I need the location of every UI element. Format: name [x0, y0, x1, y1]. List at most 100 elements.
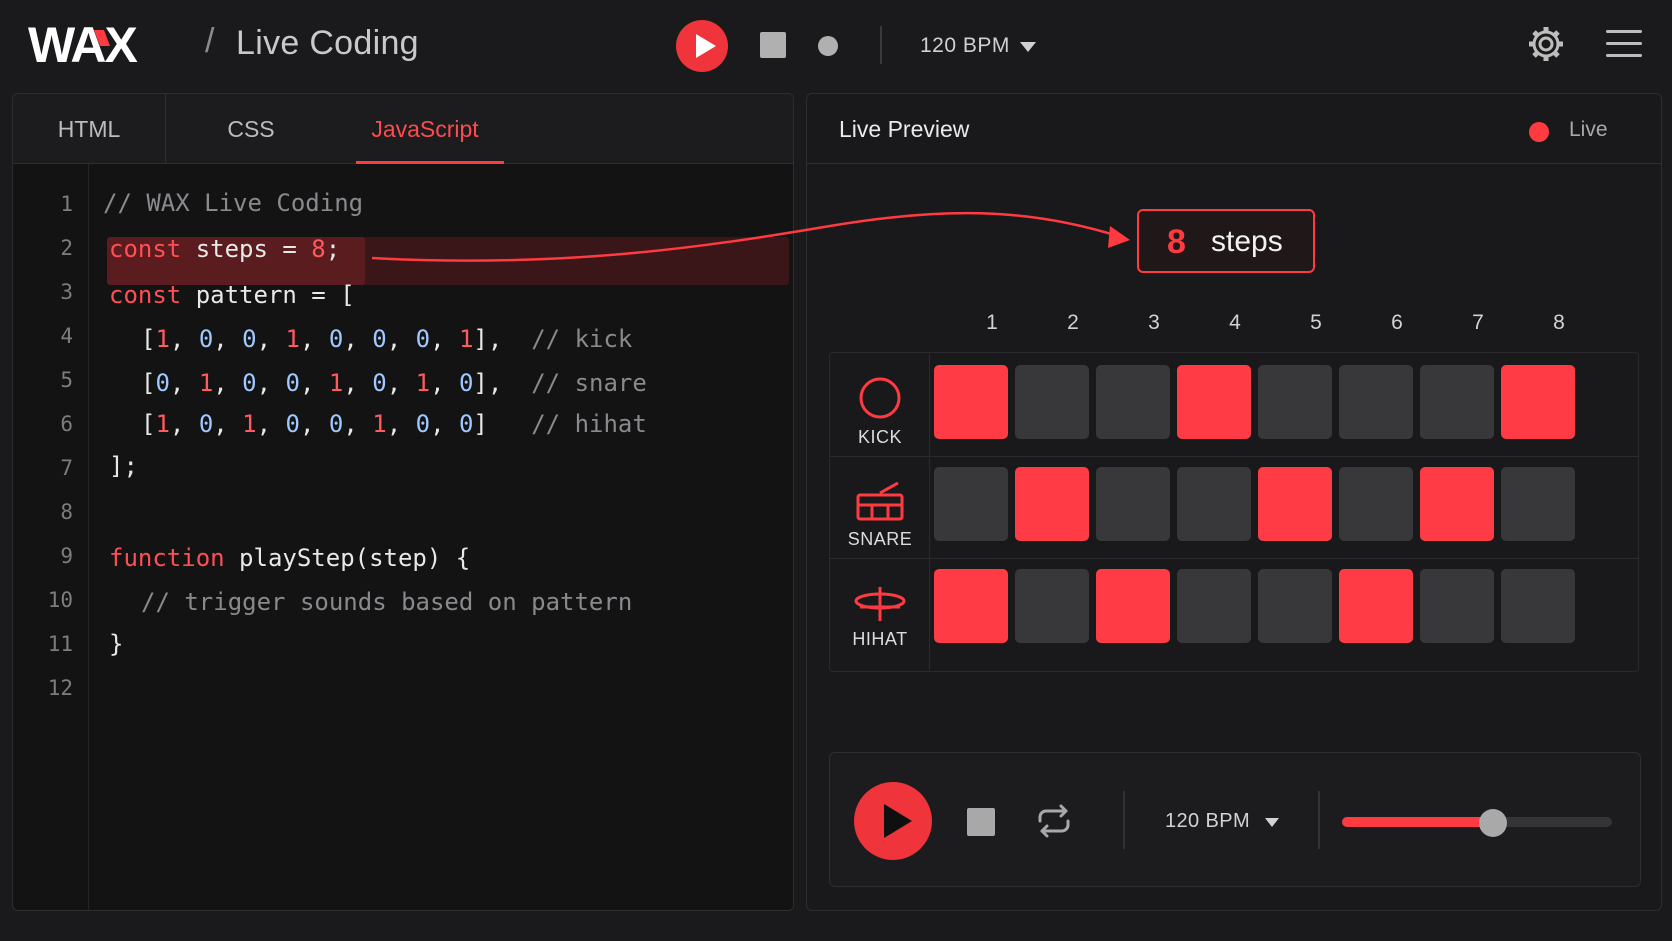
- volume-slider-fill: [1342, 817, 1494, 827]
- code-punct: ,: [299, 325, 329, 353]
- line-number: 8: [60, 500, 73, 524]
- preview-play-button[interactable]: [854, 782, 932, 860]
- code-comment: // hihat: [531, 410, 647, 438]
- line-number: 1: [60, 192, 73, 216]
- svg-text:WAX: WAX: [28, 20, 138, 68]
- code-punct: ,: [256, 369, 286, 397]
- code-number: 0: [198, 325, 214, 353]
- code-text: pattern = [: [181, 281, 355, 309]
- step-cell-kick[interactable]: [1339, 365, 1413, 439]
- stop-button[interactable]: [760, 32, 786, 58]
- code-number: 1: [155, 325, 170, 353]
- tab-css[interactable]: CSS: [166, 94, 336, 164]
- step-cell-snare[interactable]: [1096, 467, 1170, 541]
- code-line-9[interactable]: function playStep(step) {: [109, 544, 470, 572]
- top-bar: WAX / Live Coding 120 BPM: [0, 0, 1672, 90]
- row-divider: [830, 456, 1638, 457]
- code-punct: ,: [386, 325, 416, 353]
- chevron-down-icon[interactable]: [1020, 42, 1036, 52]
- step-cell-kick[interactable]: [1096, 365, 1170, 439]
- editor-tabs: HTML CSS JavaScript: [13, 94, 793, 164]
- step-cell-snare[interactable]: [1258, 467, 1332, 541]
- step-cell-hihat[interactable]: [1258, 569, 1332, 643]
- code-line-2[interactable]: const steps = 8;: [109, 235, 340, 263]
- step-cell-hihat[interactable]: [1339, 569, 1413, 643]
- step-cell-hihat[interactable]: [1177, 569, 1251, 643]
- step-cell-hihat[interactable]: [1015, 569, 1089, 643]
- steps-label: steps: [1211, 225, 1283, 258]
- step-cell-hihat[interactable]: [1096, 569, 1170, 643]
- code-bracket: ],: [473, 325, 532, 353]
- bpm-select[interactable]: 120 BPM: [920, 34, 1010, 58]
- step-cell-hihat[interactable]: [1501, 569, 1575, 643]
- code-punct: ,: [386, 410, 416, 438]
- code-number: 1: [415, 369, 431, 397]
- line-number: 7: [60, 456, 73, 480]
- code-punct: ,: [343, 369, 373, 397]
- code-number: 0: [458, 410, 474, 438]
- gear-icon[interactable]: [1528, 26, 1564, 62]
- code-line-3[interactable]: const pattern = [: [109, 281, 355, 309]
- step-cell-snare[interactable]: [934, 467, 1008, 541]
- code-line-1[interactable]: // WAX Live Coding: [103, 189, 363, 217]
- step-cell-kick[interactable]: [1177, 365, 1251, 439]
- step-cell-snare[interactable]: [1177, 467, 1251, 541]
- code-line-4[interactable]: [1, 0, 0, 1, 0, 0, 0, 1], // kick: [141, 325, 632, 353]
- step-cell-snare[interactable]: [1339, 467, 1413, 541]
- line-number: 3: [60, 280, 73, 304]
- step-cell-kick[interactable]: [1501, 365, 1575, 439]
- code-text: playStep(step) {: [224, 544, 471, 572]
- live-preview-panel: Live Preview Live 8 steps 1 2 3 4 5 6 7 8 KICK: [806, 93, 1662, 911]
- code-number: 1: [328, 369, 344, 397]
- code-number: 0: [242, 325, 257, 353]
- step-cell-kick[interactable]: [1258, 365, 1332, 439]
- code-punct: ,: [169, 369, 199, 397]
- row-divider: [830, 558, 1638, 559]
- step-column-number: 4: [1229, 311, 1241, 334]
- step-cell-hihat[interactable]: [934, 569, 1008, 643]
- code-line-7[interactable]: ];: [109, 452, 138, 480]
- volume-slider-handle[interactable]: [1479, 809, 1508, 837]
- code-number: 0: [198, 410, 214, 438]
- step-column-number: 6: [1391, 311, 1403, 334]
- tab-javascript-label: JavaScript: [371, 116, 479, 142]
- line-number: 6: [60, 412, 73, 436]
- hihat-cymbal-icon: [854, 587, 906, 621]
- line-number: 5: [60, 368, 73, 392]
- hamburger-menu-icon[interactable]: [1606, 30, 1642, 60]
- loop-icon[interactable]: [1034, 801, 1074, 841]
- code-number: 1: [285, 325, 300, 353]
- live-indicator-dot: [1529, 122, 1549, 142]
- record-button[interactable]: [818, 36, 838, 56]
- step-cell-snare[interactable]: [1015, 467, 1089, 541]
- code-punct: ,: [430, 325, 459, 353]
- step-column-number: 7: [1472, 311, 1484, 334]
- play-button[interactable]: [676, 20, 728, 72]
- snare-drum-icon: [856, 481, 904, 521]
- code-number: 8: [311, 235, 326, 263]
- tab-html[interactable]: HTML: [13, 94, 166, 164]
- code-bracket: ]: [473, 410, 532, 438]
- step-cell-kick[interactable]: [934, 365, 1008, 439]
- kick-drum-icon: [859, 377, 901, 419]
- instrument-name-hihat: HIHAT: [852, 629, 908, 649]
- step-cell-snare[interactable]: [1501, 467, 1575, 541]
- step-cell-kick[interactable]: [1015, 365, 1089, 439]
- volume-slider[interactable]: [1342, 809, 1612, 837]
- code-line-5[interactable]: [0, 1, 0, 0, 1, 0, 1, 0], // snare: [141, 369, 647, 397]
- preview-bpm-select[interactable]: 120 BPM: [1165, 810, 1250, 833]
- code-line-6[interactable]: [1, 0, 1, 0, 0, 1, 0, 0] // hihat: [141, 410, 647, 438]
- step-cell-snare[interactable]: [1420, 467, 1494, 541]
- step-cell-hihat[interactable]: [1420, 569, 1494, 643]
- code-number: 1: [155, 410, 170, 438]
- code-line-10[interactable]: // trigger sounds based on pattern: [141, 588, 632, 616]
- code-number: 0: [372, 325, 387, 353]
- step-cell-kick[interactable]: [1420, 365, 1494, 439]
- code-number: 0: [415, 410, 431, 438]
- instrument-name-kick: KICK: [857, 427, 902, 447]
- page-title: Live Coding: [236, 24, 419, 62]
- code-line-11[interactable]: }: [109, 630, 123, 658]
- chevron-down-icon[interactable]: [1265, 818, 1279, 827]
- tab-javascript[interactable]: JavaScript: [346, 94, 504, 164]
- preview-stop-button[interactable]: [967, 808, 995, 836]
